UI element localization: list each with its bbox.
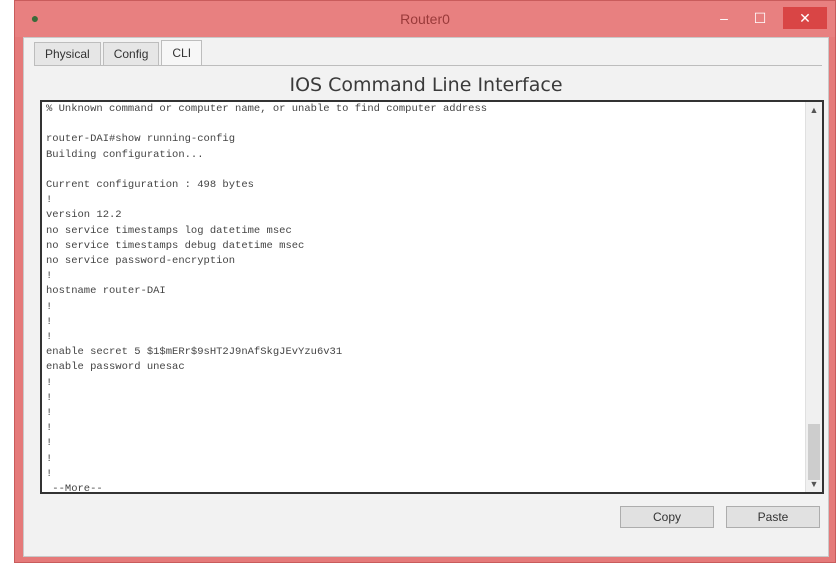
terminal-line: % Unknown command or computer name, or u… — [46, 103, 488, 115]
tab-config[interactable]: Config — [102, 42, 160, 66]
tab-bar: Physical Config CLI — [34, 40, 204, 66]
close-button[interactable]: ✕ — [783, 7, 827, 29]
device-panel: Physical Config CLI IOS Command Line Int… — [23, 37, 829, 557]
chevron-up-icon[interactable]: ▲ — [806, 102, 822, 118]
tab-divider — [34, 65, 822, 66]
terminal-line: ! — [46, 407, 53, 420]
terminal-line: no service timestamps log datetime msec — [46, 224, 292, 237]
chevron-down-icon[interactable]: ▼ — [806, 476, 822, 492]
terminal-line: hostname router-DAI — [46, 285, 166, 298]
terminal-line: ! — [46, 437, 53, 450]
terminal-line: ! — [46, 300, 53, 313]
terminal-line: ! — [46, 315, 53, 328]
terminal-line: ! — [46, 376, 53, 389]
terminal-line: enable password unesac — [46, 361, 185, 374]
terminal-line: ! — [46, 391, 53, 404]
terminal-line: --More-- — [46, 483, 103, 494]
copy-button[interactable]: Copy — [620, 506, 714, 528]
tab-cli[interactable]: CLI — [161, 40, 203, 66]
terminal-line: ! — [46, 452, 53, 465]
terminal-line: ! — [46, 422, 53, 435]
terminal-line: no service timestamps debug datetime mse… — [46, 239, 305, 252]
app-window: ● Router0 – ☐ ✕ Physical Config CLI IOS … — [14, 0, 836, 563]
terminal-line: ! — [46, 467, 53, 480]
panel-title: IOS Command Line Interface — [289, 74, 563, 96]
paste-button[interactable]: Paste — [726, 506, 820, 528]
terminal-line: ! — [46, 194, 53, 207]
terminal-line: Current configuration : 498 bytes — [46, 179, 254, 192]
terminal-line: enable secret 5 $1$mERr$9sHT2J9nAfSkgJEv… — [46, 346, 343, 359]
terminal-line: version 12.2 — [46, 209, 122, 222]
cli-terminal[interactable]: % Unknown command or computer name, or u… — [40, 100, 824, 494]
terminal-line: router-DAI#show running-config — [46, 133, 236, 146]
terminal-scrollbar[interactable]: ▲ ▼ — [805, 102, 822, 492]
terminal-line: no service password-encryption — [46, 255, 236, 268]
terminal-line: ! — [46, 270, 53, 283]
terminal-line: ! — [46, 331, 53, 344]
scrollbar-thumb[interactable] — [808, 424, 820, 480]
terminal-line: Building configuration... — [46, 148, 204, 161]
maximize-button[interactable]: ☐ — [743, 7, 777, 29]
minimize-button[interactable]: – — [707, 7, 741, 29]
title-bar[interactable]: ● Router0 – ☐ ✕ — [15, 1, 835, 37]
terminal-output[interactable]: % Unknown command or computer name, or u… — [46, 102, 798, 494]
tab-physical[interactable]: Physical — [34, 42, 101, 66]
